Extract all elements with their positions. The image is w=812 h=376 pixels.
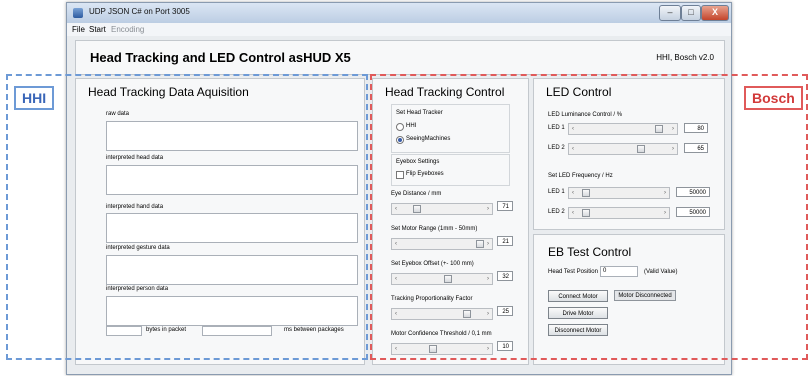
title-bar[interactable]: UDP JSON C# on Port 3005 – □ X (67, 3, 731, 23)
hhi-region-outline (6, 74, 368, 360)
minimize-button[interactable]: – (659, 5, 681, 21)
window-title: UDP JSON C# on Port 3005 (89, 7, 190, 16)
menu-encoding[interactable]: Encoding (111, 25, 144, 34)
bosch-tag: Bosch (744, 86, 803, 110)
menu-start[interactable]: Start (89, 25, 106, 34)
close-button[interactable]: X (701, 5, 729, 21)
app-icon (73, 8, 83, 18)
menu-bar: File Start Encoding (67, 23, 731, 36)
page-title: Head Tracking and LED Control asHUD X5 (90, 50, 351, 65)
version-label: HHI, Bosch v2.0 (656, 53, 714, 62)
maximize-button[interactable]: □ (681, 5, 701, 21)
bosch-region-outline (370, 74, 808, 360)
hhi-tag: HHI (14, 86, 55, 110)
menu-file[interactable]: File (72, 25, 85, 34)
header-panel: Head Tracking and LED Control asHUD X5 H… (75, 40, 725, 75)
